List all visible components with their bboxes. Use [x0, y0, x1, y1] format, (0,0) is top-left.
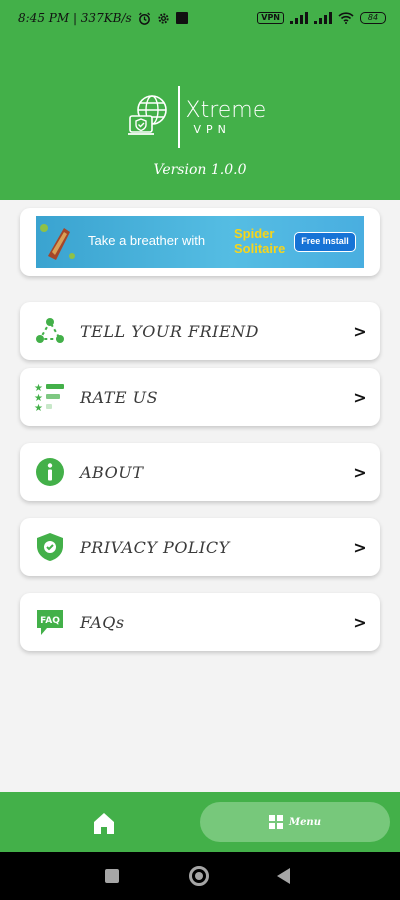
svg-text:FAQ: FAQ	[40, 616, 60, 626]
menu-label-tell-friend: TELL YOUR FRIEND	[80, 321, 259, 341]
ad-text: Take a breather with	[88, 233, 206, 248]
app-logo: Xtreme VPN	[128, 86, 266, 148]
ad-card: Take a breather with Spider Solitaire Fr…	[20, 208, 380, 276]
recents-button[interactable]	[105, 869, 119, 883]
menu-item-privacy-policy[interactable]: PRIVACY POLICY >	[20, 518, 380, 576]
chevron-right-icon: >	[353, 537, 367, 557]
chevron-right-icon: >	[353, 612, 367, 632]
faq-icon: FAQ	[37, 610, 63, 635]
signal-icon-2	[314, 12, 332, 24]
battery-icon: 84	[360, 12, 386, 24]
system-nav-bar	[0, 852, 400, 900]
chevron-right-icon: >	[353, 387, 367, 407]
menu-tab-label: Menu	[289, 816, 321, 828]
menu-item-tell-friend[interactable]: TELL YOUR FRIEND >	[20, 302, 380, 360]
bottom-nav: Menu	[0, 792, 400, 852]
menu-tab[interactable]: Menu	[200, 802, 390, 842]
star-list-icon: ★ ★ ★	[34, 383, 64, 412]
ad-brand: Spider Solitaire	[234, 226, 285, 256]
wifi-icon	[338, 12, 354, 24]
menu-label-rate-us: RATE US	[80, 387, 159, 407]
brand-name: Xtreme	[185, 97, 267, 123]
home-icon[interactable]	[88, 810, 120, 836]
chevron-right-icon: >	[353, 462, 367, 482]
menu-label-about: ABOUT	[80, 462, 144, 482]
status-time-speed: 8:45 PM | 337KB/s	[18, 11, 132, 25]
vpn-badge: VPN	[257, 12, 284, 24]
ad-banner[interactable]: Take a breather with Spider Solitaire Fr…	[36, 216, 364, 268]
status-bar: 8:45 PM | 337KB/s VPN 84	[0, 0, 400, 36]
menu-label-privacy-policy: PRIVACY POLICY	[80, 537, 230, 557]
logo-divider	[178, 86, 180, 148]
menu-item-about[interactable]: ABOUT >	[20, 443, 380, 501]
info-icon	[36, 458, 64, 486]
signal-icon-1	[290, 12, 308, 24]
menu-label-faqs: FAQs	[80, 612, 125, 632]
version-label: Version 1.0.0	[153, 162, 247, 178]
settings-icon	[158, 12, 169, 24]
ad-brand-line2: Solitaire	[234, 241, 286, 256]
svg-text:★: ★	[34, 403, 43, 412]
globe-laptop-shield-icon	[128, 95, 167, 135]
back-button[interactable]	[277, 868, 290, 884]
alarm-icon	[138, 11, 150, 25]
notification-square-icon	[175, 12, 188, 24]
ad-brand-line1: Spider	[234, 226, 275, 241]
chevron-right-icon: >	[353, 321, 367, 341]
share-icon	[36, 318, 64, 343]
app-header: Xtreme VPN Version 1.0.0	[0, 36, 400, 200]
menu-item-faqs[interactable]: FAQ FAQs >	[20, 593, 380, 651]
shield-check-icon	[37, 533, 63, 561]
brand-subtitle: VPN	[193, 122, 231, 136]
boat-icon	[40, 224, 75, 260]
ad-install-button[interactable]: Free Install	[294, 232, 356, 252]
menu-item-rate-us[interactable]: ★ ★ ★ RATE US >	[20, 368, 380, 426]
home-button[interactable]	[189, 866, 209, 886]
grid-icon	[269, 815, 283, 829]
